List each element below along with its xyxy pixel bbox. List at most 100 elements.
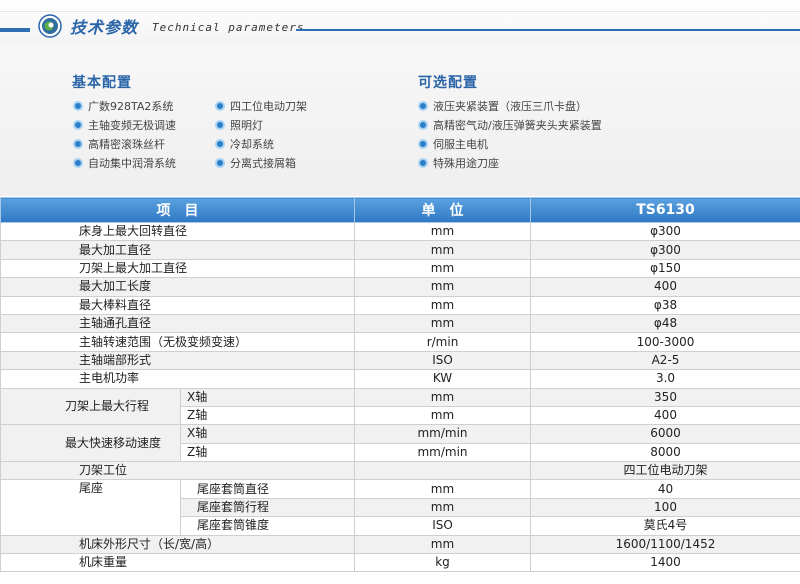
table-row: 床身上最大回转直径 mm φ300 (0, 221, 800, 242)
basic-config-item: 分离式接屑箱 (215, 155, 296, 173)
spec-unit: mm (354, 277, 531, 297)
basic-config-item: 冷却系统 (215, 136, 274, 154)
bullet-icon (73, 139, 83, 149)
table-row: 最大快速移动速度 X轴 mm/min 6000 (0, 424, 800, 463)
table-row: 最大加工长度 mm 400 (0, 277, 800, 297)
spec-unit: kg (354, 553, 531, 573)
table-row: 主轴端部形式 ISO A2-5 (0, 350, 800, 371)
spec-unit: mm (354, 313, 531, 334)
spec-name: 最大加工长度 (0, 277, 355, 297)
spec-name: 主轴通孔直径 (0, 313, 355, 334)
optional-config-item: 液压夹紧装置（液压三爪卡盘） (418, 98, 587, 116)
spec-unit: mm (354, 295, 531, 315)
bullet-icon (215, 101, 225, 111)
spec-sub-name: Z轴 (180, 442, 355, 463)
table-row: 机床外形尺寸（长/宽/高） mm 1600/1100/1452 (0, 534, 800, 555)
bullet-icon (73, 120, 83, 130)
spec-unit: mm (354, 497, 531, 518)
spec-unit: mm (354, 221, 531, 242)
spec-name: 主轴转速范围（无极变频变速） (0, 332, 355, 352)
bullet-icon (73, 101, 83, 111)
spec-unit: mm/min (354, 442, 531, 463)
spec-unit: KW (354, 369, 531, 389)
bullet-icon (215, 139, 225, 149)
spec-sub-name: Z轴 (180, 405, 355, 426)
section-header: 技术参数 Technical parameters (0, 0, 800, 44)
spec-unit: mm (354, 258, 531, 279)
table-row: 主轴转速范围（无极变频变速） r/min 100-3000 (0, 332, 800, 352)
table-row: 尾座 尾座套筒直径 mm 40 (0, 479, 800, 536)
spec-unit: mm (354, 405, 531, 426)
spec-name: 最大加工直径 (0, 240, 355, 260)
spec-value: φ38 (530, 295, 800, 315)
basic-config-item: 广数928TA2系统 (73, 98, 173, 116)
table-row: 最大棒料直径 mm φ38 (0, 295, 800, 315)
spec-unit: mm (354, 240, 531, 260)
spec-value: 350 (530, 387, 800, 407)
basic-config-item: 自动集中润滑系统 (73, 155, 176, 173)
bullet-icon (215, 120, 225, 130)
bullet-icon (418, 120, 428, 130)
header-accent-stripe (0, 28, 30, 32)
spec-unit (354, 461, 531, 481)
spec-name: 机床外形尺寸（长/宽/高） (0, 534, 355, 555)
spec-value: 1400 (530, 553, 800, 573)
spec-value: 1600/1100/1452 (530, 534, 800, 555)
spec-value: 400 (530, 405, 800, 426)
spec-sub-name: 尾座套筒行程 (180, 497, 355, 518)
optional-config-item: 特殊用途刀座 (418, 155, 499, 173)
table-row: 主电机功率 KW 3.0 (0, 369, 800, 389)
spec-unit: ISO (354, 516, 531, 536)
section-subtitle: Technical parameters (152, 21, 305, 34)
basic-config-item: 照明灯 (215, 117, 263, 135)
spec-sub-name: X轴 (180, 387, 355, 407)
basic-config-item: 四工位电动刀架 (215, 98, 307, 116)
spec-sub-name: X轴 (180, 424, 355, 444)
header-rule (296, 29, 800, 31)
spec-name: 最大棒料直径 (0, 295, 355, 315)
spec-unit: ISO (354, 350, 531, 371)
table-row: 机床重量 kg 1400 (0, 553, 800, 573)
spec-name: 床身上最大回转直径 (0, 221, 355, 242)
header-unit: 单 位 (354, 197, 531, 223)
spec-name: 主轴端部形式 (0, 350, 355, 371)
spec-value: φ300 (530, 240, 800, 260)
bullet-icon (418, 101, 428, 111)
optional-config-item: 伺服主电机 (418, 136, 488, 154)
spec-group-name: 刀架上最大行程 (0, 387, 181, 426)
logo-icon (38, 14, 62, 38)
spec-unit: mm (354, 479, 531, 499)
table-row: 刀架上最大加工直径 mm φ150 (0, 258, 800, 279)
table-row: 刀架上最大行程 X轴 mm 350 (0, 387, 800, 426)
spec-unit: mm (354, 534, 531, 555)
spec-value: φ150 (530, 258, 800, 279)
spec-unit: mm (354, 387, 531, 407)
spec-unit: mm/min (354, 424, 531, 444)
spec-sub-name: 尾座套筒直径 (180, 479, 355, 499)
spec-unit: r/min (354, 332, 531, 352)
spec-value: 8000 (530, 442, 800, 463)
basic-config-item: 高精密滚珠丝杆 (73, 136, 165, 154)
spec-name: 刀架上最大加工直径 (0, 258, 355, 279)
spec-name: 刀架工位 (0, 461, 355, 481)
spec-sub-name: 尾座套筒锥度 (180, 516, 355, 536)
spec-name: 主电机功率 (0, 369, 355, 389)
spec-value: 莫氏4号 (530, 516, 800, 536)
table-row: 刀架工位 四工位电动刀架 (0, 461, 800, 481)
basic-config-title: 基本配置 (72, 75, 132, 91)
bullet-icon (418, 158, 428, 168)
spec-value: 100 (530, 497, 800, 518)
header-model: TS6130 (530, 197, 800, 223)
bullet-icon (418, 139, 428, 149)
header-item: 项 目 (0, 197, 355, 223)
spec-value: φ48 (530, 313, 800, 334)
optional-config-item: 高精密气动/液压弹簧夹头夹紧装置 (418, 117, 602, 135)
table-row: 主轴通孔直径 mm φ48 (0, 313, 800, 334)
spec-value: 100-3000 (530, 332, 800, 352)
spec-value: 6000 (530, 424, 800, 444)
basic-config-item: 主轴变频无极调速 (73, 117, 176, 135)
spec-name: 机床重量 (0, 553, 355, 573)
header-divider (0, 11, 800, 12)
spec-value: 40 (530, 479, 800, 499)
spec-value: 3.0 (530, 369, 800, 389)
